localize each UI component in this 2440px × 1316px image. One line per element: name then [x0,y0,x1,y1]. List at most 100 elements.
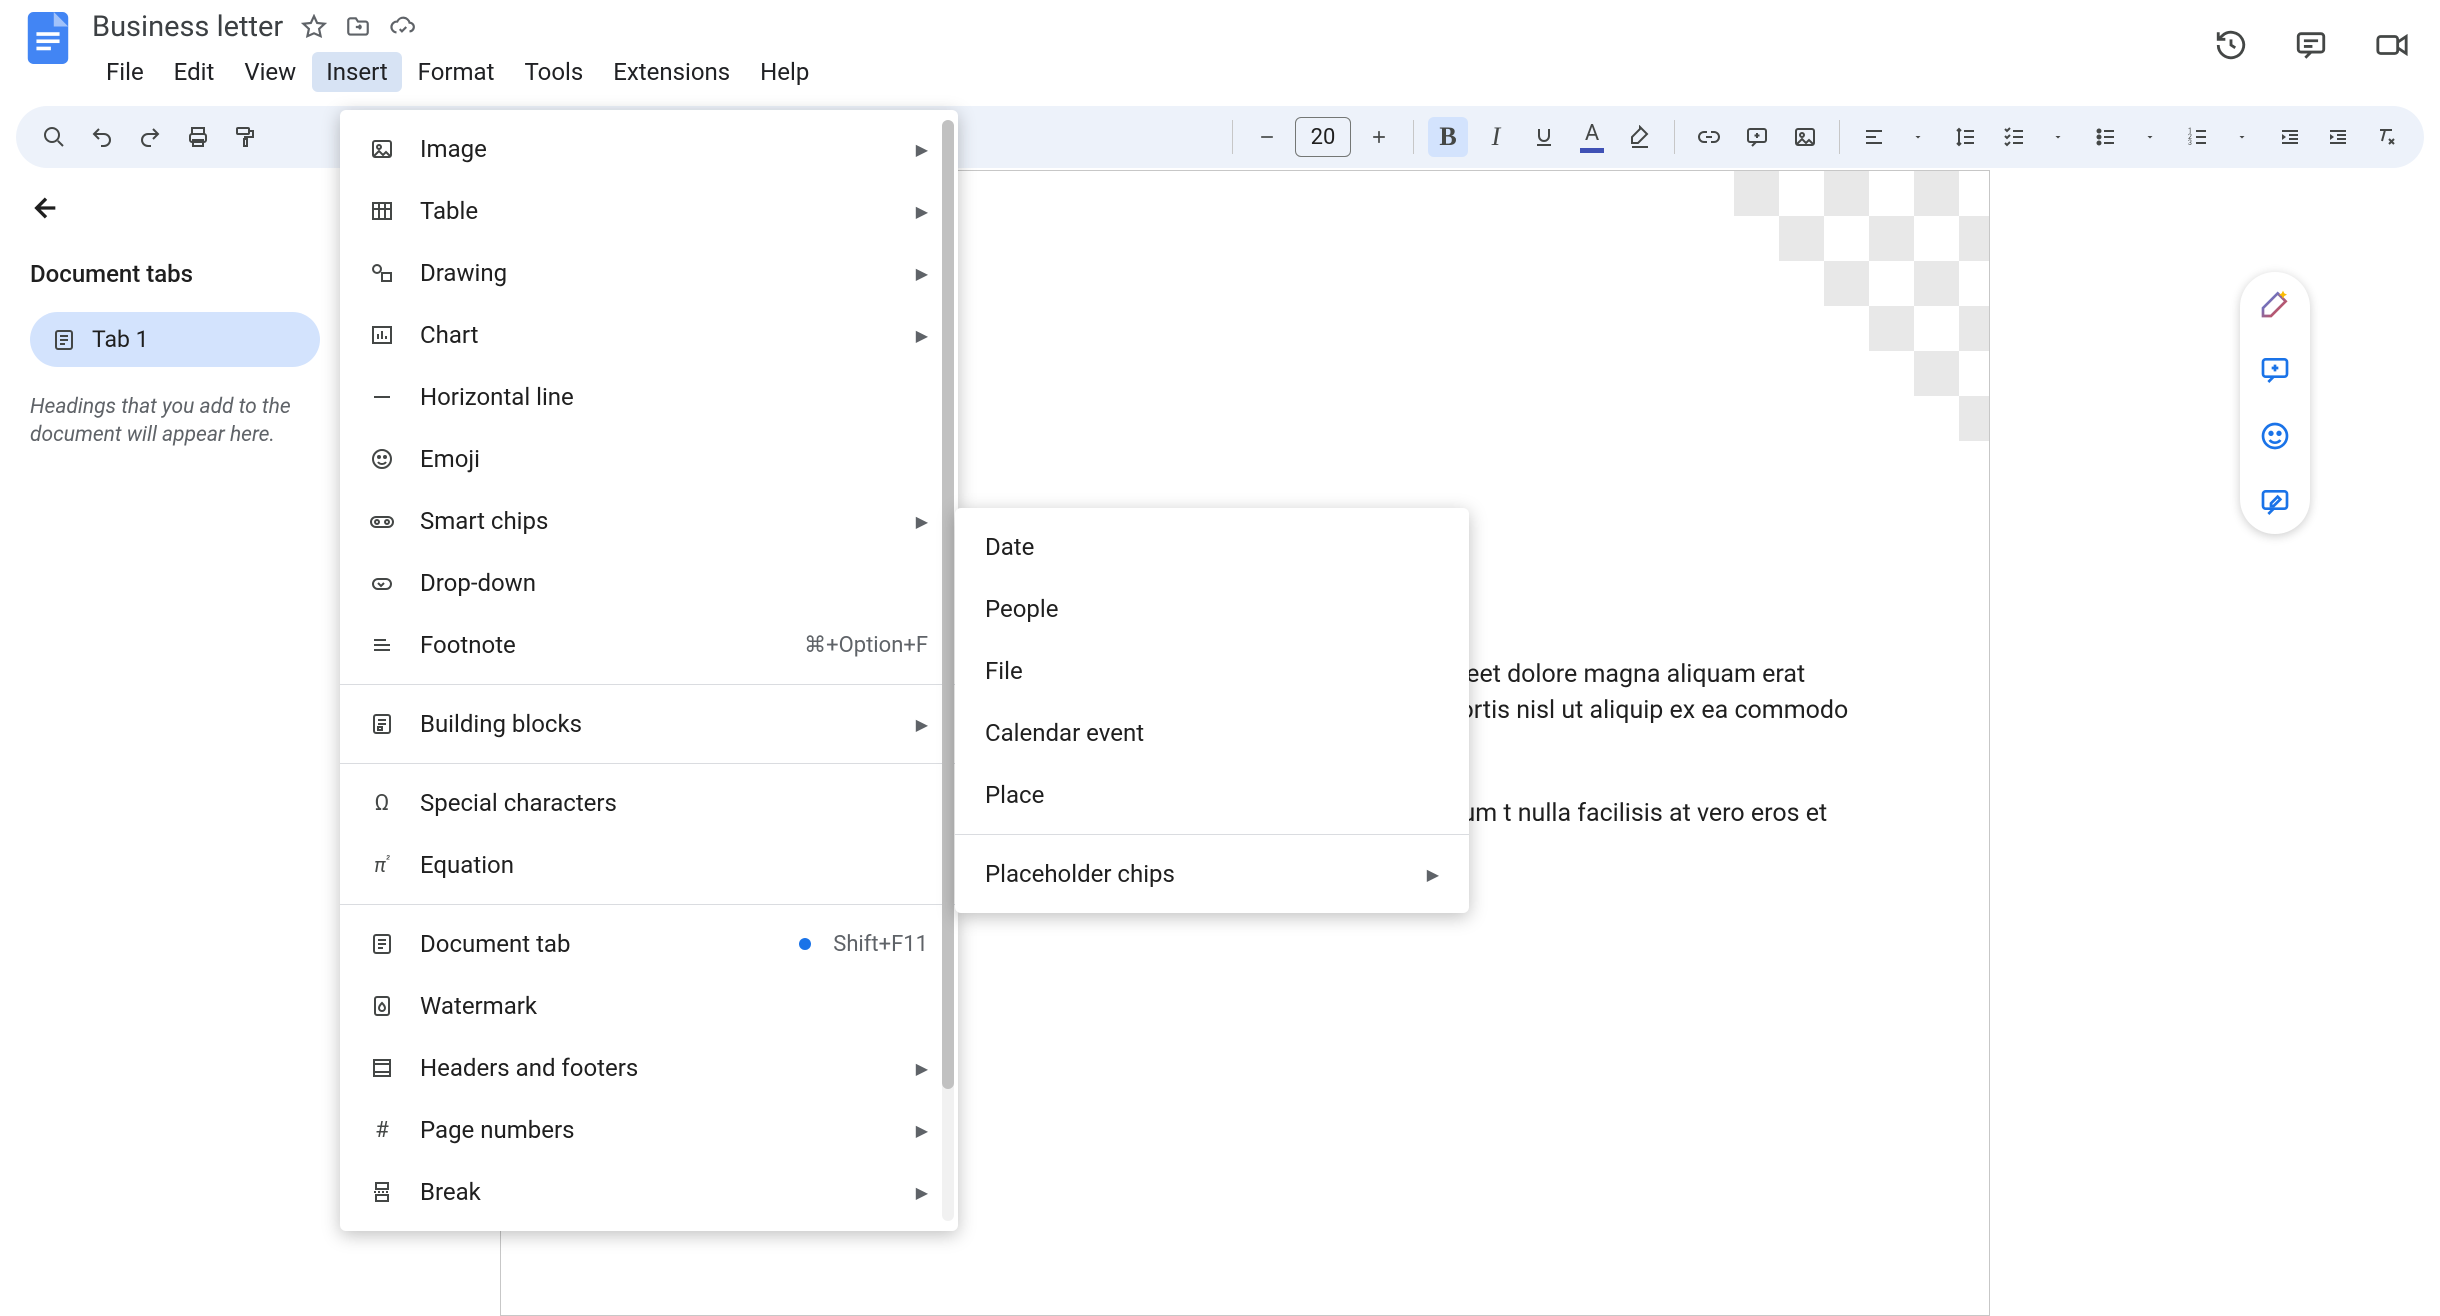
numbered-dropdown-icon[interactable] [2222,117,2262,157]
underline-button[interactable] [1524,117,1564,157]
font-size-increase[interactable] [1359,117,1399,157]
indent-decrease-button[interactable] [2270,117,2310,157]
text-color-button[interactable]: A [1572,117,1612,157]
menu-item-label: Place [985,781,1439,809]
document-title[interactable]: Business letter [92,10,283,44]
checklist-button[interactable] [1994,117,2034,157]
history-icon[interactable] [2214,28,2248,62]
font-size-input[interactable]: 20 [1295,117,1351,157]
submenu-item-people[interactable]: People [955,578,1469,640]
watermark-icon [366,994,398,1018]
clear-formatting-button[interactable] [2366,117,2406,157]
menu-format[interactable]: Format [404,52,509,92]
font-size-decrease[interactable] [1247,117,1287,157]
search-icon[interactable] [34,117,74,157]
menu-item-drawing[interactable]: Drawing ▶ [340,242,958,304]
submenu-item-placeholder-chips[interactable]: Placeholder chips ▶ [955,843,1469,905]
align-button[interactable] [1854,117,1894,157]
submenu-item-calendar-event[interactable]: Calendar event [955,702,1469,764]
menu-item-headers-footers[interactable]: Headers and footers ▶ [340,1037,958,1099]
omega-icon: Ω [366,791,398,816]
ai-pencil-icon[interactable] [2259,288,2291,320]
bullet-list-button[interactable] [2086,117,2126,157]
menu-item-smart-chips[interactable]: Smart chips ▶ [340,490,958,552]
menu-item-label: Table [420,197,894,225]
submenu-arrow-icon: ▶ [1427,865,1439,884]
add-comment-rail-icon[interactable] [2259,354,2291,386]
menu-item-horizontal-line[interactable]: Horizontal line [340,366,958,428]
document-tab-chip[interactable]: Tab 1 [30,312,320,367]
numbered-list-button[interactable]: 123 [2178,117,2218,157]
menu-item-label: Image [420,135,894,163]
submenu-item-date[interactable]: Date [955,516,1469,578]
emoji-reaction-icon[interactable] [2259,420,2291,452]
checklist-dropdown-icon[interactable] [2038,117,2078,157]
menu-item-chart[interactable]: Chart ▶ [340,304,958,366]
menu-item-label: Placeholder chips [985,860,1405,888]
menu-item-accelerator: ⌘+Option+F [804,633,928,658]
comments-icon[interactable] [2294,28,2328,62]
menu-item-label: Watermark [420,992,928,1020]
equation-icon: π² [366,853,398,877]
sidebar-back-icon[interactable] [30,192,62,224]
menu-item-table[interactable]: Table ▶ [340,180,958,242]
dropdown-icon [366,571,398,595]
add-comment-button[interactable] [1737,117,1777,157]
emoji-icon [366,447,398,471]
menu-insert[interactable]: Insert [312,52,401,92]
menu-separator [955,834,1469,835]
menu-item-label: Chart [420,321,894,349]
submenu-item-file[interactable]: File [955,640,1469,702]
menu-item-building-blocks[interactable]: Building blocks ▶ [340,693,958,755]
menu-item-footnote[interactable]: Footnote ⌘+Option+F [340,614,958,676]
menu-file[interactable]: File [92,52,158,92]
header-right [2214,10,2420,62]
menu-edit[interactable]: Edit [160,52,229,92]
insert-image-button[interactable] [1785,117,1825,157]
submenu-arrow-icon: ▶ [916,326,928,345]
indent-increase-button[interactable] [2318,117,2358,157]
line-spacing-button[interactable] [1946,117,1986,157]
drawing-icon [366,261,398,285]
undo-icon[interactable] [82,117,122,157]
suggest-edits-icon[interactable] [2259,486,2291,518]
menu-item-emoji[interactable]: Emoji [340,428,958,490]
submenu-arrow-icon: ▶ [916,512,928,531]
highlight-button[interactable] [1620,117,1660,157]
menu-item-image[interactable]: Image ▶ [340,118,958,180]
align-dropdown-icon[interactable] [1898,117,1938,157]
chart-icon [366,323,398,347]
menu-item-watermark[interactable]: Watermark [340,975,958,1037]
redo-icon[interactable] [130,117,170,157]
menu-help[interactable]: Help [746,52,823,92]
star-icon[interactable] [301,14,327,40]
docs-logo-icon[interactable] [20,10,76,66]
menu-item-dropdown[interactable]: Drop-down [340,552,958,614]
document-tab-label: Tab 1 [92,326,149,353]
menu-scrollbar[interactable] [942,120,954,1221]
menu-item-label: Document tab [420,930,767,958]
bullet-dropdown-icon[interactable] [2130,117,2170,157]
menu-item-break[interactable]: Break ▶ [340,1161,958,1223]
menu-item-document-tab[interactable]: Document tab Shift+F11 [340,913,958,975]
meet-icon[interactable] [2374,28,2410,62]
menu-extensions[interactable]: Extensions [599,52,744,92]
menu-item-label: Drawing [420,259,894,287]
menu-item-label: Horizontal line [420,383,928,411]
title-area: Business letter File Edit View Insert Fo… [92,10,823,92]
menu-item-special-characters[interactable]: Ω Special characters [340,772,958,834]
building-blocks-icon [366,712,398,736]
insert-link-button[interactable] [1689,117,1729,157]
cloud-status-icon[interactable] [389,14,417,40]
menu-view[interactable]: View [230,52,310,92]
print-icon[interactable] [178,117,218,157]
menu-item-equation[interactable]: π² Equation [340,834,958,896]
menu-item-page-numbers[interactable]: # Page numbers ▶ [340,1099,958,1161]
italic-button[interactable]: I [1476,117,1516,157]
menu-tools[interactable]: Tools [510,52,597,92]
submenu-item-place[interactable]: Place [955,764,1469,826]
move-icon[interactable] [345,14,371,40]
bold-button[interactable]: B [1428,117,1468,157]
paint-format-icon[interactable] [226,117,266,157]
submenu-arrow-icon: ▶ [916,1121,928,1140]
